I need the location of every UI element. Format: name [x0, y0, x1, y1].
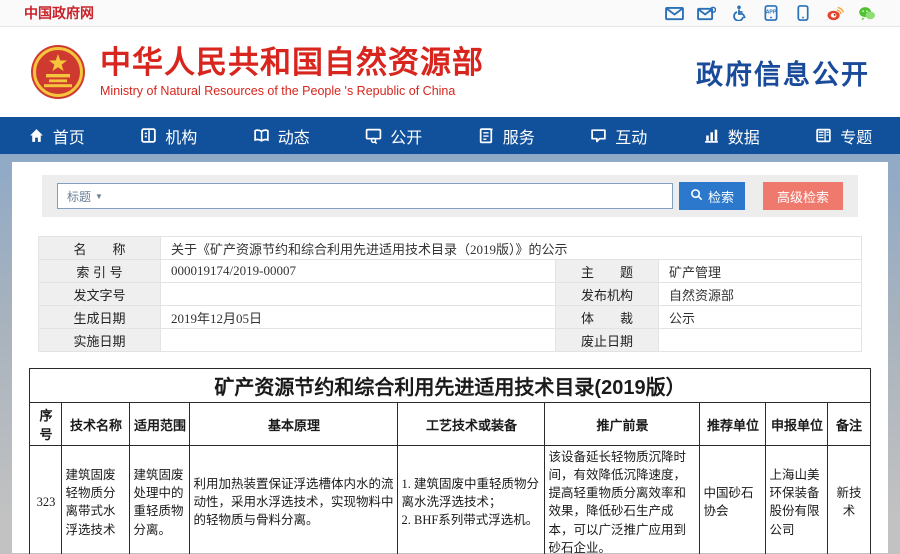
- cell-prospect: 该设备延长轻物质沉降时间，有效降低沉降速度，提高轻重物质分离效率和效果，降低砂石…: [545, 446, 700, 554]
- search-bar: 标题 ▼ 检索 高级检索: [42, 175, 858, 217]
- nav-item-org[interactable]: 机构: [113, 117, 226, 154]
- weibo-icon[interactable]: [825, 5, 844, 22]
- cell-principle: 利用加热装置保证浮选槽体内水的流动性，采用水浮选技术，实现物料中的轻物质与骨料分…: [190, 446, 398, 554]
- cell-equipment: 1. 建筑固废中重轻质物分离水洗浮选技术； 2. BHF系列带式浮选机。: [398, 446, 545, 554]
- meta-value-genre: 公示: [659, 306, 862, 329]
- cell-scope: 建筑固废处理中的重轻质物分离。: [130, 446, 190, 554]
- nav-label: 服务: [503, 124, 535, 148]
- news-icon: [253, 127, 270, 144]
- col-header-note: 备注: [828, 403, 870, 446]
- col-header-applicant: 申报单位: [766, 403, 828, 446]
- service-icon: [478, 127, 495, 144]
- dropdown-arrow-icon: ▼: [95, 192, 103, 201]
- meta-value-index: 000019174/2019-00007: [161, 260, 556, 283]
- table-row: 323 建筑固废轻物质分离带式水浮选技术 建筑固废处理中的重轻质物分离。 利用加…: [30, 446, 870, 554]
- meta-row-name: 名 称 关于《矿产资源节约和综合利用先进适用技术目录（2019版）》的公示: [39, 237, 862, 260]
- nav-label: 动态: [278, 124, 310, 148]
- cell-serial: 323: [30, 446, 62, 554]
- meta-row-effective: 实施日期 废止日期: [39, 329, 862, 352]
- svg-text:APP: APP: [765, 9, 776, 15]
- main-nav: 首页 机构 动态 公开 服务 互动 数据 专题: [0, 117, 900, 154]
- site-header: 中华人民共和国自然资源部 Ministry of Natural Resourc…: [0, 27, 900, 117]
- cell-tech-name: 建筑固废轻物质分离带式水浮选技术: [62, 446, 130, 554]
- nav-item-home[interactable]: 首页: [0, 117, 113, 154]
- nav-label: 互动: [615, 124, 647, 148]
- advanced-search-button[interactable]: 高级检索: [763, 182, 843, 210]
- meta-value-repeal: [659, 329, 862, 352]
- col-header-serial: 序号: [30, 403, 62, 446]
- page-content: 标题 ▼ 检索 高级检索 名 称 关于《矿产资源节约和综合利用先进适用技术目录（…: [12, 162, 888, 553]
- ministry-title-cn: 中华人民共和国自然资源部: [100, 46, 484, 80]
- interact-icon: [590, 127, 607, 144]
- mail-subscribe-icon[interactable]: [697, 5, 716, 22]
- meta-label: 名 称: [39, 237, 161, 260]
- nav-label: 数据: [728, 124, 760, 148]
- col-header-principle: 基本原理: [190, 403, 398, 446]
- search-button-label: 检索: [708, 187, 734, 206]
- meta-row-index: 索 引 号 000019174/2019-00007 主 题 矿产管理: [39, 260, 862, 283]
- org-icon: [140, 127, 157, 144]
- meta-row-date: 生成日期 2019年12月05日 体 裁 公示: [39, 306, 862, 329]
- mobile-icon[interactable]: [793, 5, 812, 22]
- wechat-icon[interactable]: [857, 5, 876, 22]
- nav-item-data[interactable]: 数据: [675, 117, 788, 154]
- cell-applicant: 上海山美环保装备股份有限公司: [766, 446, 828, 554]
- meta-label: 发布机构: [556, 283, 659, 306]
- ministry-title-block: 中华人民共和国自然资源部 Ministry of Natural Resourc…: [100, 46, 484, 97]
- search-button[interactable]: 检索: [679, 182, 745, 210]
- catalogue-title-row: 矿产资源节约和综合利用先进适用技术目录(2019版）: [30, 369, 870, 403]
- meta-value-date: 2019年12月05日: [161, 306, 556, 329]
- col-header-prospect: 推广前景: [545, 403, 700, 446]
- meta-value-agency: 自然资源部: [659, 283, 862, 306]
- nav-label: 首页: [53, 124, 85, 148]
- technology-catalogue-table: 矿产资源节约和综合利用先进适用技术目录(2019版） 序号 技术名称 适用范围 …: [29, 368, 870, 554]
- nav-item-service[interactable]: 服务: [450, 117, 563, 154]
- col-header-recommender: 推荐单位: [700, 403, 766, 446]
- nav-label: 专题: [840, 124, 872, 148]
- mail-icon[interactable]: [665, 5, 684, 22]
- search-field-label: 标题: [67, 188, 91, 205]
- meta-label: 主 题: [556, 260, 659, 283]
- search-field-select[interactable]: 标题 ▼: [67, 188, 103, 205]
- data-icon: [703, 127, 720, 144]
- nav-item-disclosure[interactable]: 公开: [338, 117, 451, 154]
- document-meta-table: 名 称 关于《矿产资源节约和综合利用先进适用技术目录（2019版）》的公示 索 …: [38, 236, 862, 352]
- topbar-icon-group: APP: [665, 5, 876, 22]
- meta-label: 废止日期: [556, 329, 659, 352]
- meta-label: 实施日期: [39, 329, 161, 352]
- topics-icon: [815, 127, 832, 144]
- col-header-equipment: 工艺技术或装备: [398, 403, 545, 446]
- ministry-title-en: Ministry of Natural Resources of the Peo…: [100, 84, 484, 98]
- catalogue-header-row: 序号 技术名称 适用范围 基本原理 工艺技术或装备 推广前景 推荐单位 申报单位…: [30, 403, 870, 446]
- meta-label: 发文字号: [39, 283, 161, 306]
- disclosure-icon: [365, 127, 382, 144]
- meta-label: 体 裁: [556, 306, 659, 329]
- nav-label: 机构: [165, 124, 197, 148]
- home-icon: [28, 127, 45, 144]
- cell-recommender: 中国砂石协会: [700, 446, 766, 554]
- gov-site-link[interactable]: 中国政府网: [24, 3, 94, 23]
- nav-item-topics[interactable]: 专题: [788, 117, 900, 154]
- accessibility-icon[interactable]: [729, 5, 748, 22]
- app-icon[interactable]: APP: [761, 5, 780, 22]
- meta-label: 索 引 号: [39, 260, 161, 283]
- info-disclosure-title: 政府信息公开: [696, 53, 870, 92]
- meta-value-name: 关于《矿产资源节约和综合利用先进适用技术目录（2019版）》的公示: [161, 237, 862, 260]
- catalogue-title: 矿产资源节约和综合利用先进适用技术目录(2019版）: [30, 369, 870, 403]
- nav-item-interact[interactable]: 互动: [563, 117, 676, 154]
- col-header-scope: 适用范围: [130, 403, 190, 446]
- search-input[interactable]: 标题 ▼: [57, 183, 673, 209]
- cell-note: 新技术: [828, 446, 870, 554]
- national-emblem-icon: [30, 44, 86, 100]
- meta-row-docnum: 发文字号 发布机构 自然资源部: [39, 283, 862, 306]
- nav-label: 公开: [390, 124, 422, 148]
- col-header-tech-name: 技术名称: [62, 403, 130, 446]
- meta-value-subject: 矿产管理: [659, 260, 862, 283]
- top-utility-bar: 中国政府网 APP: [0, 0, 900, 27]
- meta-value-docnum: [161, 283, 556, 306]
- search-icon: [690, 188, 703, 204]
- meta-value-effective: [161, 329, 556, 352]
- nav-item-news[interactable]: 动态: [225, 117, 338, 154]
- meta-label: 生成日期: [39, 306, 161, 329]
